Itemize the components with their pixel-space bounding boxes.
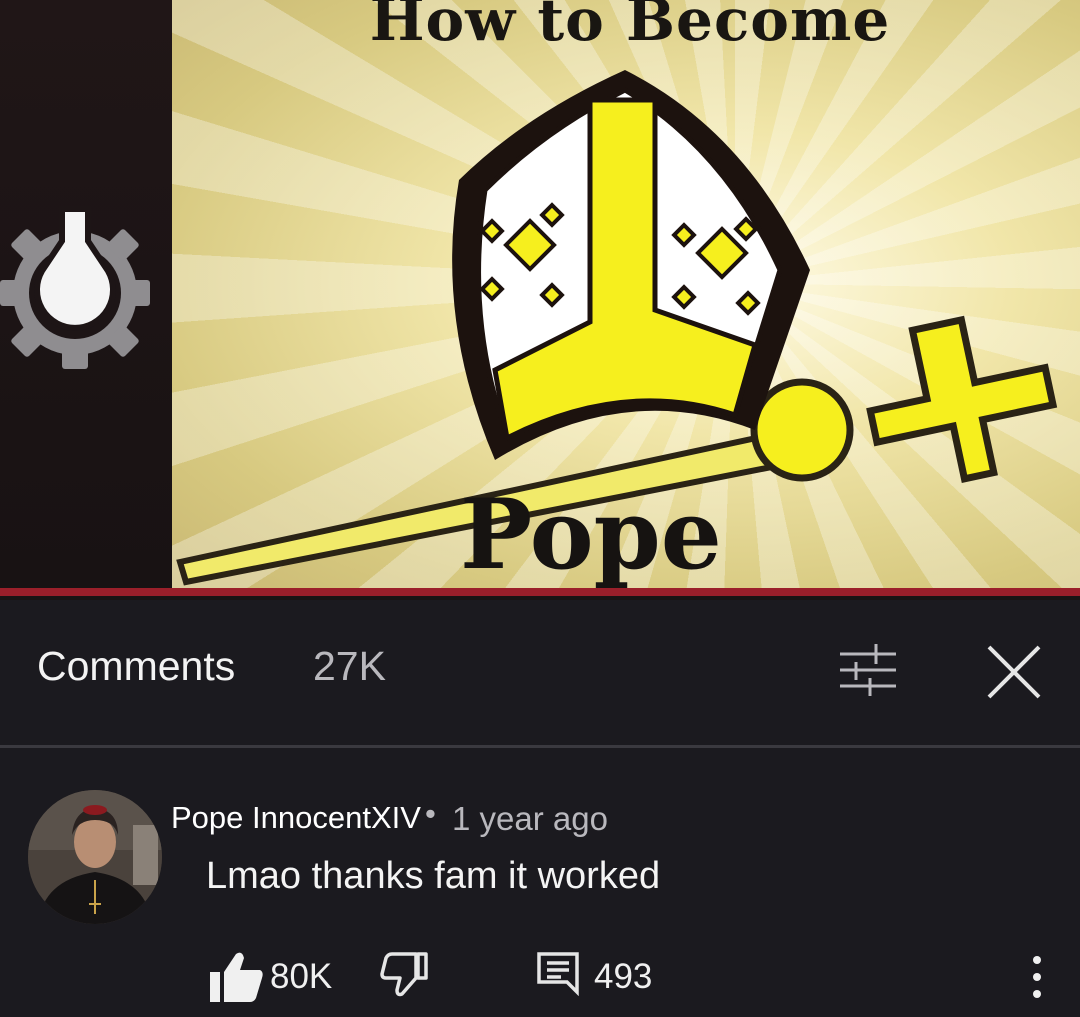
papal-mitre-illustration [452,70,810,460]
reply-icon[interactable] [535,950,581,996]
reply-count: 493 [594,957,653,996]
more-vertical-icon[interactable] [1022,952,1052,1002]
thumbnail-title-top: How to Become [369,0,891,54]
video-thumbnail[interactable]: How to Become Pope [0,0,1080,600]
thumbs-up-icon[interactable] [206,948,266,1004]
sort-filter-icon[interactable] [836,640,900,700]
like-count: 80K [270,957,333,996]
thumbnail-title-bottom: Pope [460,478,722,591]
comments-count: 27K [313,643,386,689]
comment-author[interactable]: Pope InnocentXIV [171,800,421,836]
thumbs-down-icon[interactable] [380,950,430,1000]
header-divider [0,745,1080,748]
video-progress-bar[interactable] [0,588,1080,596]
avatar[interactable] [28,790,162,924]
channel-logo-icon [0,206,150,369]
comment-timestamp: 1 year ago [452,800,608,837]
avatar-photo [28,790,162,924]
comment-separator: • [425,796,436,831]
close-icon[interactable] [985,643,1043,701]
comments-title: Comments [37,643,236,689]
comment-text: Lmao thanks fam it worked [206,855,661,897]
